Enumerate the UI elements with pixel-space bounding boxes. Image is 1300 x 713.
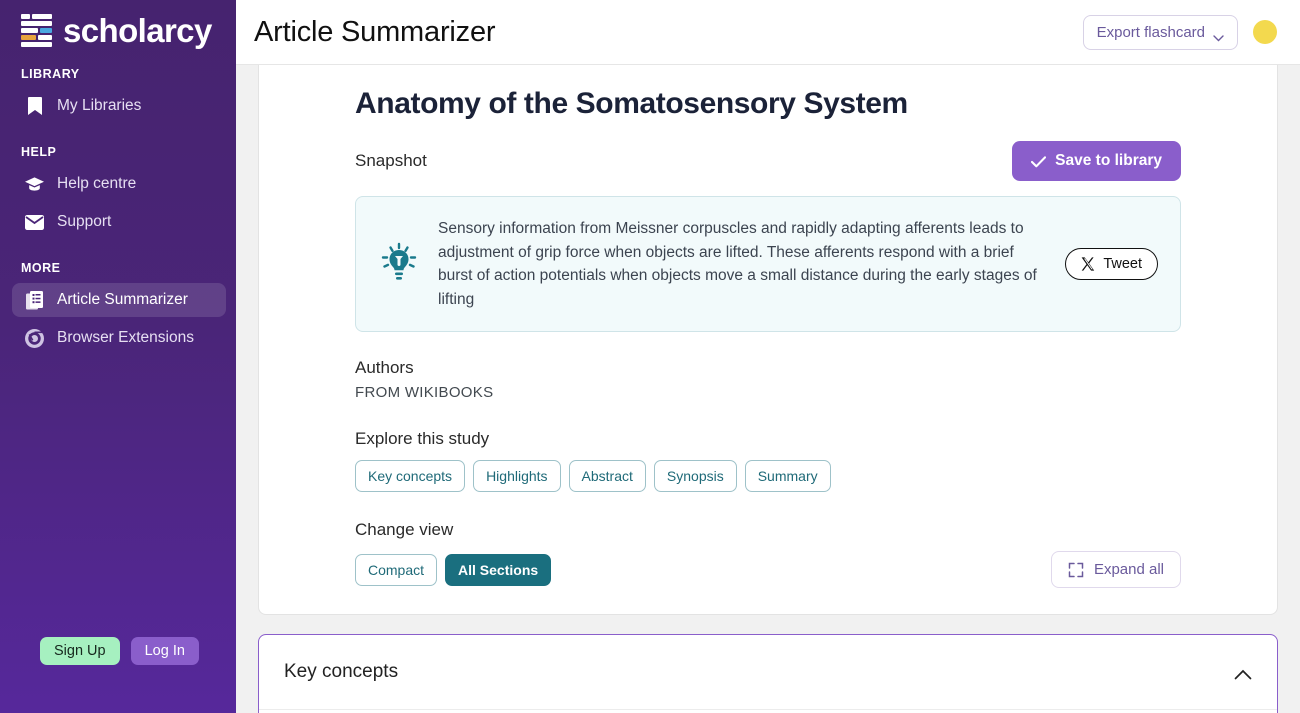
brand-name: scholarcy <box>63 12 212 49</box>
tweet-button[interactable]: Tweet <box>1065 248 1158 281</box>
change-view-row: Compact All Sections Expand all <box>355 551 1181 589</box>
article-stack-icon <box>25 290 44 310</box>
sign-up-button[interactable]: Sign Up <box>40 637 120 665</box>
nav-group-library-label: LIBRARY <box>21 67 80 81</box>
explore-pill-key-concepts[interactable]: Key concepts <box>355 460 466 493</box>
nav-group-more-label: MORE <box>21 261 61 275</box>
explore-pill-highlights[interactable]: Highlights <box>473 460 561 493</box>
lightbulb-icon <box>378 241 420 287</box>
authors-label: Authors <box>355 358 414 378</box>
sidebar: scholarcy LIBRARY My Libraries HELP Help… <box>0 0 236 713</box>
content-column: Anatomy of the Somatosensory System Snap… <box>258 65 1278 713</box>
nav-group-help-label: HELP <box>21 145 57 159</box>
app-root: scholarcy LIBRARY My Libraries HELP Help… <box>0 0 1300 713</box>
tweet-label: Tweet <box>1103 256 1142 273</box>
chrome-icon <box>25 328 44 348</box>
envelope-icon <box>25 213 44 232</box>
key-concepts-card: Key concepts intrafusal fiber muscle spi… <box>258 634 1278 713</box>
scrollbar-thumb[interactable] <box>237 65 248 365</box>
view-option-compact[interactable]: Compact <box>355 553 438 586</box>
sidebar-item-label: Help centre <box>57 175 137 192</box>
chevron-down-icon <box>1213 29 1224 41</box>
key-concepts-title: Key concepts <box>284 661 399 683</box>
sidebar-item-label: Support <box>57 213 112 230</box>
topbar: Article Summarizer Export flashcard <box>236 0 1300 65</box>
sidebar-item-help-centre[interactable]: Help centre <box>12 167 226 201</box>
bookmark-icon <box>25 96 44 116</box>
log-in-button[interactable]: Log In <box>130 637 199 665</box>
sidebar-item-label: Browser Extensions <box>57 329 194 346</box>
brand-logo[interactable]: scholarcy <box>0 0 236 47</box>
sidebar-item-label: My Libraries <box>57 97 142 114</box>
dark-mode-toggle-icon[interactable] <box>1252 19 1278 45</box>
save-to-library-button[interactable]: Save to library <box>1012 141 1181 181</box>
x-twitter-icon <box>1081 257 1095 271</box>
change-view-label: Change view <box>355 520 454 540</box>
expand-icon <box>1068 562 1084 578</box>
explore-pill-synopsis[interactable]: Synopsis <box>653 460 737 493</box>
sidebar-item-my-libraries[interactable]: My Libraries <box>12 89 226 123</box>
authors-value: FROM WIKIBOOKS <box>355 384 494 402</box>
check-icon <box>1031 155 1047 168</box>
page-title: Article Summarizer <box>254 15 496 48</box>
auth-buttons: Sign Up Log In <box>0 637 236 713</box>
sidebar-item-article-summarizer[interactable]: Article Summarizer <box>12 283 226 317</box>
topbar-actions: Export flashcard <box>1082 14 1278 50</box>
explore-pill-row: Key concepts Highlights Abstract Synopsi… <box>355 460 1181 493</box>
sidebar-item-support[interactable]: Support <box>12 205 226 239</box>
key-concepts-header[interactable]: Key concepts <box>259 635 1277 711</box>
snapshot-label: Snapshot <box>355 151 427 170</box>
sidebar-item-label: Article Summarizer <box>57 291 188 308</box>
snapshot-text: Sensory information from Meissner corpus… <box>438 220 1037 308</box>
snapshot-box: Sensory information from Meissner corpus… <box>355 196 1181 333</box>
article-summary-card: Anatomy of the Somatosensory System Snap… <box>258 65 1278 616</box>
snapshot-header-row: Snapshot Save to library <box>355 141 1181 181</box>
article-title: Anatomy of the Somatosensory System <box>355 87 908 120</box>
expand-all-button[interactable]: Expand all <box>1050 551 1181 589</box>
save-to-library-label: Save to library <box>1055 152 1162 169</box>
explore-pill-abstract[interactable]: Abstract <box>568 460 646 493</box>
expand-all-label: Expand all <box>1093 561 1164 579</box>
scholarcy-logo-icon <box>21 14 54 47</box>
content-scroll-area: Anatomy of the Somatosensory System Snap… <box>236 65 1300 713</box>
vertical-scrollbar[interactable] <box>236 65 249 713</box>
main-pane: Article Summarizer Export flashcard Anat… <box>236 0 1300 713</box>
explore-label: Explore this study <box>355 429 490 449</box>
sidebar-item-browser-extensions[interactable]: Browser Extensions <box>12 321 226 355</box>
explore-pill-summary[interactable]: Summary <box>744 460 831 493</box>
export-flashcard-button[interactable]: Export flashcard <box>1082 14 1238 50</box>
export-flashcard-label: Export flashcard <box>1096 23 1205 41</box>
chevron-up-icon[interactable] <box>1234 667 1252 680</box>
graduation-cap-icon <box>25 175 44 194</box>
view-option-all-sections[interactable]: All Sections <box>445 553 552 586</box>
